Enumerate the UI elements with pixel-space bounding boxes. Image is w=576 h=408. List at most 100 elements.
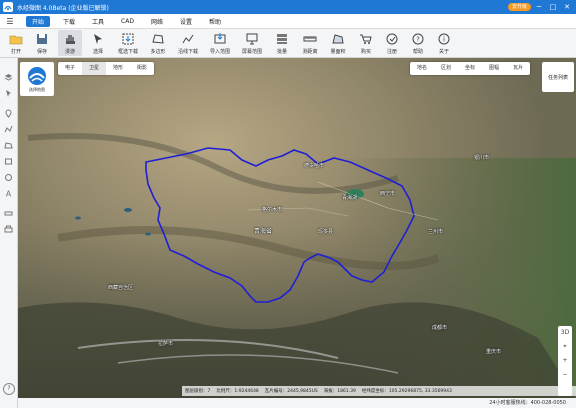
place-label: 青海湖 — [342, 195, 358, 201]
register-button[interactable]: 注册 — [380, 30, 404, 56]
batch-button[interactable]: 批量 — [270, 30, 294, 56]
left-tool-strip: A — [0, 58, 18, 408]
toolbar-label: 沿线下载 — [177, 49, 198, 55]
app-logo-icon — [3, 2, 13, 12]
tab-division[interactable]: 区划 — [434, 62, 458, 75]
box-download-icon — [122, 33, 134, 45]
polygon-tool[interactable] — [3, 140, 14, 151]
zoom-out-button[interactable]: − — [562, 368, 567, 382]
folder-open-icon — [9, 35, 23, 45]
import-range-icon — [214, 33, 226, 44]
minimize-button[interactable]: ─ — [534, 2, 544, 12]
hand-pan-icon — [66, 35, 75, 44]
tab-street[interactable]: 街影 — [130, 62, 154, 75]
toolbar-label: 打开 — [10, 49, 21, 55]
circle-tool[interactable] — [3, 172, 14, 183]
pan-button[interactable]: 漫游 — [58, 30, 82, 56]
footer-bar: 24小时客服热线：400-028-0050 — [18, 398, 576, 408]
line-download-button[interactable]: 沿线下载 — [176, 30, 200, 56]
help-icon: ? — [412, 33, 424, 45]
toolbar-label: 批量 — [276, 49, 287, 55]
save-icon — [37, 34, 47, 44]
polygon-icon — [152, 34, 164, 44]
elevation: 海拔：1861.39 — [323, 389, 356, 394]
menu-settings[interactable]: 设置 — [176, 16, 196, 27]
line-tool[interactable] — [3, 124, 14, 135]
menu-help[interactable]: 帮助 — [205, 16, 225, 27]
close-button[interactable]: ✕ — [562, 2, 572, 12]
place-label: 成都市 — [432, 325, 448, 331]
place-label: 重庆市 — [486, 349, 502, 355]
marker-tool[interactable] — [3, 108, 14, 119]
save-button[interactable]: 保存 — [30, 30, 54, 56]
tab-placename[interactable]: 地名 — [410, 62, 434, 75]
toolbar-label: 导入范围 — [209, 49, 230, 55]
measure-area-button[interactable]: 量面积 — [326, 30, 350, 56]
measure-tool[interactable] — [3, 208, 14, 219]
region-label: 青海省 — [254, 228, 273, 235]
polygon-button[interactable]: 多边形 — [146, 30, 170, 56]
satellite-map[interactable] — [18, 58, 576, 398]
locate-icon[interactable]: ⌖ — [563, 340, 566, 354]
toolbar-label: 框选下载 — [117, 49, 138, 55]
buy-button[interactable]: 购买 — [354, 30, 378, 56]
toolbar-label: 测距离 — [302, 49, 318, 55]
svg-text:?: ? — [416, 36, 420, 44]
rectangle-tool[interactable] — [3, 156, 14, 167]
marker-icon — [5, 109, 12, 118]
hamburger-menu-icon[interactable]: ☰ — [3, 14, 17, 28]
measure-distance-button[interactable]: 测距离 — [298, 30, 322, 56]
help-circle-icon[interactable]: ? — [3, 383, 15, 395]
ribbon-toolbar: 打开 保存 漫游 选择 框选下载 多边形 沿线下载 导入范围 屏幕范围 批量 测… — [0, 29, 576, 58]
place-label: 西宁市 — [380, 191, 396, 197]
maximize-button[interactable]: □ — [548, 2, 558, 12]
tab-tile[interactable]: 瓦片 — [506, 62, 530, 75]
svg-text:i: i — [443, 36, 445, 44]
menu-network[interactable]: 网络 — [147, 16, 167, 27]
screen-range-button[interactable]: 屏幕范围 — [240, 30, 264, 56]
place-label: 德令哈市 — [304, 163, 325, 169]
layers-icon — [4, 74, 13, 81]
task-list-button[interactable]: 任务列表 — [542, 62, 574, 92]
import-range-button[interactable]: 导入范围 — [208, 30, 232, 56]
select-button[interactable]: 选择 — [86, 30, 110, 56]
pointer-tool[interactable] — [3, 88, 14, 99]
toolbar-label: 保存 — [36, 49, 47, 55]
tab-electronic[interactable]: 电子 — [58, 62, 82, 75]
open-button[interactable]: 打开 — [4, 30, 28, 56]
measure-area-icon — [332, 34, 344, 44]
map-canvas[interactable]: 青海省 西宁市 青海湖 格尔木市 玛多县 兰州市 成都市 银川市 拉萨市 西藏自… — [18, 58, 576, 398]
tab-coordinate[interactable]: 坐标 — [458, 62, 482, 75]
box-download-button[interactable]: 框选下载 — [116, 30, 140, 56]
tab-satellite[interactable]: 卫星 — [82, 62, 107, 75]
tab-sheet[interactable]: 图幅 — [482, 62, 506, 75]
zoom-level: 图层级别：7 — [185, 389, 211, 394]
menu-download[interactable]: 下载 — [59, 16, 79, 27]
window-title: 水经微图 4.0Beta (企业版已解锁) — [17, 4, 109, 12]
about-button[interactable]: i 关于 — [432, 30, 456, 56]
menu-tools[interactable]: 工具 — [88, 16, 108, 27]
screen-range-icon — [246, 33, 258, 45]
place-label: 兰州市 — [428, 229, 444, 235]
menu-cad[interactable]: CAD — [117, 17, 138, 26]
toolbar-label: 量面积 — [330, 49, 346, 55]
help-button[interactable]: ? 帮助 — [406, 30, 430, 56]
place-label: 西藏自治区 — [108, 285, 134, 291]
menu-start[interactable]: 开始 — [26, 15, 51, 27]
3d-toggle-button[interactable]: 3D — [561, 326, 569, 340]
toolbar-label: 注册 — [386, 49, 397, 55]
toolbar-label: 屏幕范围 — [241, 49, 262, 55]
hotline-text: 24小时客服热线：400-028-0050 — [489, 400, 566, 406]
map-overlay-tabs: 地名 区划 坐标 图幅 瓦片 — [410, 62, 531, 75]
print-tool[interactable] — [3, 224, 14, 235]
tab-terrain[interactable]: 地形 — [106, 62, 130, 75]
map-logo[interactable]: 选择地图 — [20, 62, 54, 96]
select-arrow-icon — [94, 34, 102, 44]
text-tool[interactable]: A — [3, 188, 14, 199]
place-label: 格尔木市 — [262, 207, 283, 213]
upgrade-badge[interactable]: 去升级 — [508, 3, 532, 11]
layers-tool[interactable] — [3, 72, 14, 83]
svg-text:A: A — [6, 190, 12, 199]
zoom-in-button[interactable]: + — [562, 354, 567, 368]
tile-info: 瓦片编号：2445,9845US — [264, 389, 318, 394]
